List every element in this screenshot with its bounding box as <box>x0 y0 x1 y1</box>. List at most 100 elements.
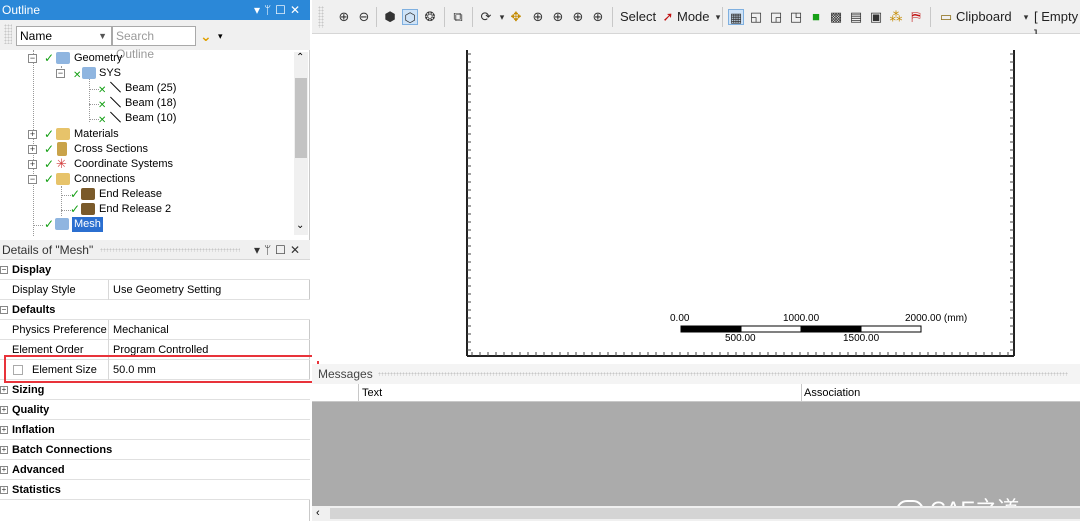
grip-handle[interactable] <box>4 24 12 44</box>
scroll-down-icon[interactable]: ⌄ <box>296 220 304 231</box>
mode-button[interactable]: Mode <box>677 8 710 26</box>
edge-coloring-icon[interactable]: ⧉ <box>450 9 466 25</box>
tree-label: Materials <box>74 128 119 140</box>
scale-label-0: 0.00 <box>670 313 690 324</box>
close-icon[interactable]: ✕ <box>290 243 304 257</box>
collapse-icon[interactable]: − <box>0 266 8 274</box>
collapse-icon[interactable]: − <box>0 306 8 314</box>
select-vertex-icon[interactable]: ▦ <box>728 9 744 25</box>
prop-display-style[interactable]: Display Style Use Geometry Setting <box>0 280 310 300</box>
select-body-icon[interactable]: ◳ <box>788 9 804 25</box>
graphics-viewport[interactable]: 0.00 1000.00 2000.00 (mm) 500.00 1500.00 <box>312 34 1080 361</box>
expand-icon[interactable]: + <box>0 466 8 474</box>
wireframe-icon[interactable]: ⬡ <box>402 9 418 25</box>
check-icon: ✓ <box>44 172 55 186</box>
check-icon: ✓ <box>44 157 55 171</box>
col-text[interactable]: Text <box>362 384 382 402</box>
search-input[interactable]: Search Outline <box>112 26 196 61</box>
group-defaults[interactable]: − Defaults <box>0 300 310 320</box>
group-display[interactable]: − Display <box>0 260 310 280</box>
messages-hscrollbar[interactable]: ‹ <box>312 506 1080 521</box>
expand-icon[interactable]: + <box>0 426 8 434</box>
scale-label-1500: 1500.00 <box>843 333 880 344</box>
scroll-left-icon[interactable]: ‹ <box>316 507 320 519</box>
pan-icon[interactable]: ✥ <box>508 9 524 25</box>
shaded-icon[interactable]: ⬢ <box>382 9 398 25</box>
tree-label: SYS <box>99 67 122 79</box>
left-pane: Outline ▾ᛘ☐✕ Name ▼ Search Outline ⌄ ▾ −… <box>0 0 310 521</box>
expand-icon[interactable]: + <box>28 160 37 169</box>
select-element-icon[interactable]: ▩ <box>828 9 844 25</box>
tree-label: Connections <box>74 173 136 185</box>
outline-search-row: Name ▼ Search Outline ⌄ ▾ <box>0 20 310 61</box>
coordinate-system-icon: ✳ <box>56 156 67 171</box>
coordinates-icon[interactable]: ⁂ <box>888 9 904 25</box>
select-mesh-icon[interactable]: ■ <box>808 9 824 25</box>
details-window-controls[interactable]: ▾ᛘ☐✕ <box>254 240 304 260</box>
outline-tree: − ✓ Geometry − ✕ SYS ✕ ＼ Beam (25) ✕ ＼ B… <box>0 50 310 236</box>
zoom-out-icon[interactable]: ⊖ <box>356 9 372 25</box>
group-inflation[interactable]: + Inflation <box>0 420 310 440</box>
select-node-icon[interactable]: ▤ <box>848 9 864 25</box>
tree-label: Geometry <box>74 52 123 64</box>
label-icon[interactable]: ⛿ <box>908 9 924 25</box>
scroll-thumb[interactable] <box>330 508 1080 519</box>
expand-icon[interactable]: + <box>0 446 8 454</box>
select-edge-icon[interactable]: ◱ <box>748 9 764 25</box>
grip-handle[interactable] <box>318 6 324 28</box>
messages-list[interactable]: CAE之道 <box>312 402 1080 523</box>
group-batch-connections[interactable]: + Batch Connections <box>0 440 310 460</box>
scroll-up-icon[interactable]: ⌃ <box>296 52 304 63</box>
collapse-icon[interactable]: − <box>28 54 37 63</box>
close-icon[interactable]: ✕ <box>290 3 304 17</box>
clipboard-button[interactable]: Clipboard <box>956 8 1012 26</box>
select-face-icon[interactable]: ◲ <box>768 9 784 25</box>
pin-icon[interactable]: ᛘ <box>264 243 275 257</box>
group-statistics[interactable]: + Statistics <box>0 480 310 500</box>
dropdown-icon[interactable]: ▾ <box>254 3 264 17</box>
group-sizing[interactable]: + Sizing <box>0 380 310 400</box>
group-quality[interactable]: + Quality <box>0 400 310 420</box>
messages-pane: Messages Text Association CAE之道 ‹ <box>312 364 1080 523</box>
scroll-thumb[interactable] <box>295 78 307 158</box>
dropdown-icon[interactable]: ▾ <box>254 243 264 257</box>
select-element-face-icon[interactable]: ▣ <box>868 9 884 25</box>
show-vertices-icon[interactable]: ❂ <box>422 9 438 25</box>
box-zoom-icon[interactable]: ⊕ <box>550 9 566 25</box>
col-association[interactable]: Association <box>804 384 860 402</box>
outline-window-controls[interactable]: ▾ᛘ☐✕ <box>254 0 304 20</box>
details-title: Details of "Mesh" <box>2 243 94 257</box>
mesh-icon <box>55 218 69 230</box>
maximize-icon[interactable]: ☐ <box>275 3 290 17</box>
zoom-fit-icon[interactable]: ⊕ <box>570 9 586 25</box>
scale-label-1000: 1000.00 <box>783 313 820 324</box>
expand-icon[interactable]: + <box>0 386 8 394</box>
maximize-icon[interactable]: ☐ <box>275 243 290 257</box>
name-column-select[interactable]: Name ▼ <box>16 26 112 46</box>
tree-scrollbar[interactable]: ⌃ ⌄ <box>294 52 308 235</box>
expand-icon[interactable]: + <box>0 486 8 494</box>
pin-icon[interactable]: ᛘ <box>264 3 275 17</box>
collapse-icon[interactable]: − <box>28 175 37 184</box>
magnifier-icon[interactable]: ⊕ <box>590 9 606 25</box>
expand-icon[interactable]: + <box>28 145 37 154</box>
check-icon: ✓ <box>44 142 55 156</box>
zoom-in-icon[interactable]: ⊕ <box>336 9 352 25</box>
expand-icon[interactable]: + <box>28 130 37 139</box>
expand-icon[interactable]: + <box>0 406 8 414</box>
check-icon: ✓ <box>44 51 55 65</box>
scale-label-500: 500.00 <box>725 333 756 344</box>
x-icon: ✕ <box>73 70 82 81</box>
filter-chevron-icon[interactable]: ⌄ <box>200 28 212 45</box>
zoom-icon[interactable]: ⊕ <box>530 9 546 25</box>
chevron-down-icon[interactable]: ▾ <box>710 9 726 25</box>
details-titlebar: Details of "Mesh" ▾ᛘ☐✕ <box>0 240 310 260</box>
filter-dropdown-icon[interactable]: ▾ <box>218 31 223 42</box>
group-advanced[interactable]: + Advanced <box>0 460 310 480</box>
collapse-icon[interactable]: − <box>56 69 65 78</box>
prop-physics-preference[interactable]: Physics Preference Mechanical <box>0 320 310 340</box>
rotate-icon[interactable]: ⟳ <box>478 9 494 25</box>
line-body-icon: ＼ <box>110 97 121 109</box>
select-button[interactable]: Select <box>620 8 656 26</box>
chevron-down-icon[interactable]: ▾ <box>1018 9 1034 25</box>
